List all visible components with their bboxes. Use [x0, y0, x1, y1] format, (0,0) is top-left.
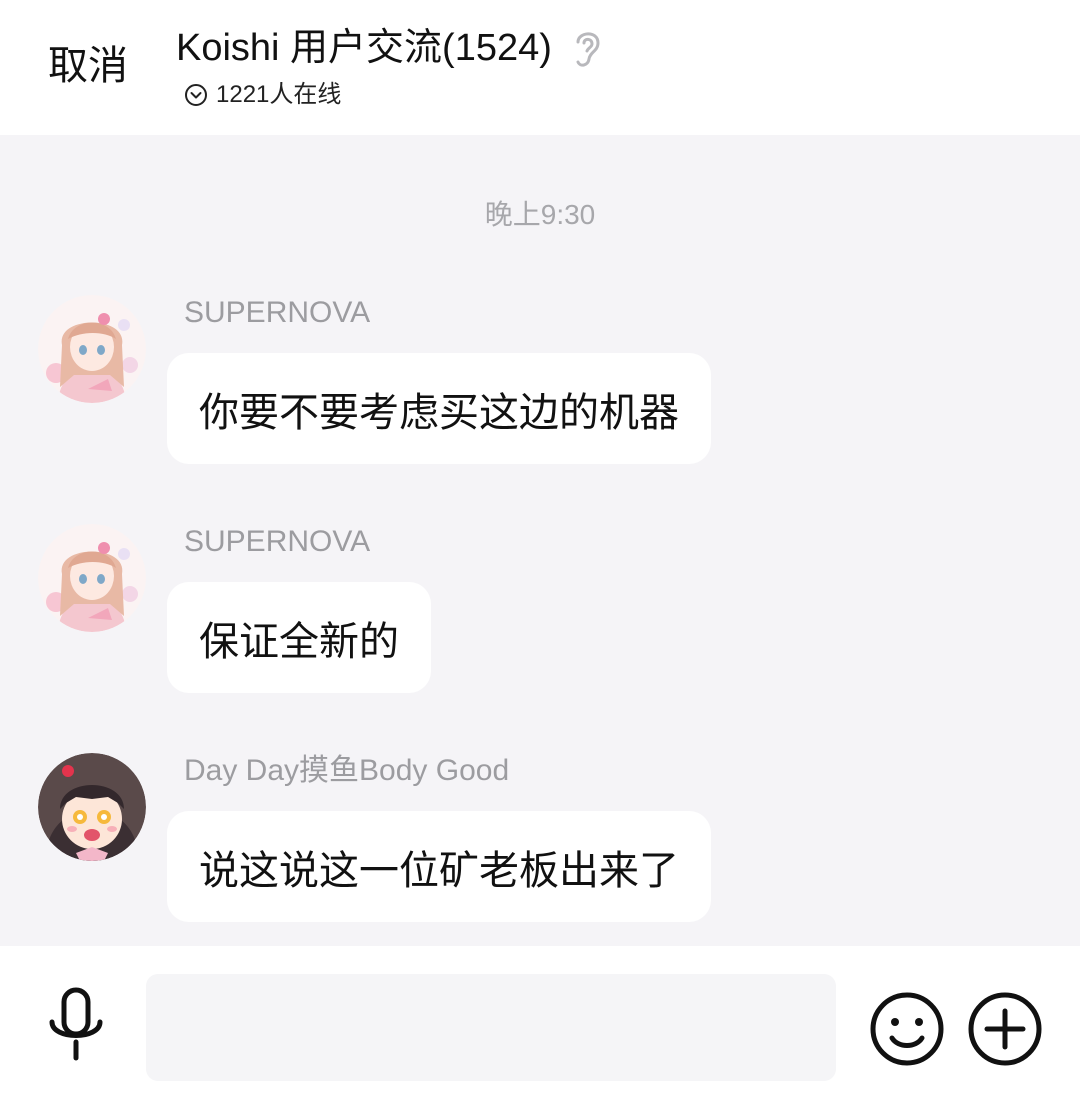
message-bubble[interactable]: 你要不要考虑买这边的机器 [167, 353, 711, 464]
avatar[interactable] [38, 753, 146, 861]
avatar[interactable] [38, 295, 146, 403]
smiley-icon[interactable] [868, 990, 946, 1068]
group-info[interactable]: Koishi 用户交流(1524) 1221人在线 [176, 22, 604, 110]
sender-name: Day Day摸鱼Body Good [184, 754, 510, 787]
message-bubble[interactable]: 保证全新的 [167, 582, 431, 693]
chat-header: 取消 Koishi 用户交流(1524) 1221人在线 [0, 0, 1080, 135]
plus-circle-icon[interactable] [966, 990, 1044, 1068]
cancel-button[interactable]: 取消 [48, 40, 128, 92]
message-bubble[interactable]: 说这说这一位矿老板出来了 [167, 811, 711, 922]
avatar[interactable] [38, 524, 146, 632]
online-count: 1221人在线 [216, 81, 342, 108]
message-input[interactable] [146, 974, 836, 1081]
microphone-icon[interactable] [40, 986, 112, 1066]
message-list[interactable]: 晚上9:30 SUPERNOVA 你要不要考虑买这边的机器 SUPERNOVA … [0, 135, 1080, 946]
chevron-down-circle-icon[interactable] [184, 83, 208, 107]
sender-name: SUPERNOVA [184, 296, 371, 329]
input-bar [0, 946, 1080, 1109]
sender-name: SUPERNOVA [184, 525, 371, 558]
ear-icon[interactable] [570, 26, 604, 70]
timestamp: 晚上9:30 [484, 199, 596, 230]
group-title: Koishi 用户交流(1524) [176, 27, 552, 69]
